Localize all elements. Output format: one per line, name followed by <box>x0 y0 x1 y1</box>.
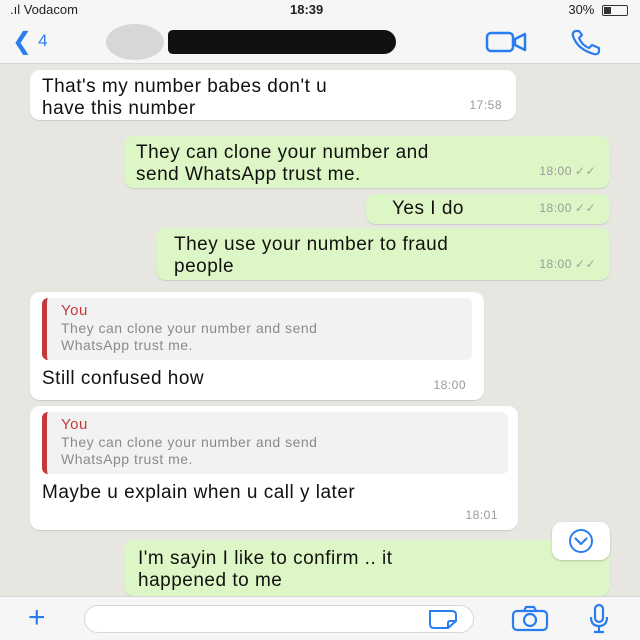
phone-call-icon[interactable] <box>570 28 604 56</box>
message-time: 17:58 <box>469 98 502 112</box>
quote-text: They can clone your number and send <box>61 434 318 450</box>
video-call-icon[interactable] <box>484 30 528 54</box>
microphone-icon[interactable] <box>588 603 610 635</box>
message-outgoing[interactable]: Yes I do 18:00 ✓✓ <box>366 194 610 224</box>
message-time: 18:00 <box>539 257 572 271</box>
message-text: people <box>174 256 235 277</box>
message-text: That's my number babes don't u <box>42 76 328 97</box>
message-time: 18:01 <box>465 508 498 522</box>
battery-percent: 30% <box>568 2 595 17</box>
camera-icon[interactable] <box>510 605 550 633</box>
message-status: 18:00 ✓✓ <box>539 197 596 219</box>
message-outgoing[interactable]: They use your number to fraud people 18:… <box>156 228 610 280</box>
message-status: 18:00 ✓✓ <box>539 253 596 275</box>
message-text: send WhatsApp trust me. <box>136 164 361 185</box>
message-text: I'm sayin I like to confirm .. it <box>138 548 393 569</box>
plus-icon[interactable]: + <box>28 603 46 633</box>
chat-header: ❮ 4 <box>0 20 640 64</box>
quote-text: WhatsApp trust me. <box>61 451 193 467</box>
message-text: have this number <box>42 98 196 119</box>
message-text: Still confused how <box>42 368 205 389</box>
unread-count: 4 <box>38 31 48 50</box>
quote-text: They can clone your number and send <box>61 320 318 336</box>
message-time: 18:00 <box>433 378 466 392</box>
read-ticks-icon: ✓✓ <box>574 201 596 215</box>
message-incoming-reply[interactable]: You They can clone your number and send … <box>30 406 518 530</box>
message-text: They use your number to fraud <box>174 234 449 255</box>
clock: 18:39 <box>290 2 324 17</box>
chevron-left-icon: ❮ <box>12 28 33 55</box>
battery-status: 30% <box>568 2 628 17</box>
message-incoming[interactable]: That's my number babes don't u have this… <box>30 70 516 120</box>
carrier-label: .ıl Vodacom <box>10 2 78 17</box>
back-button[interactable]: ❮ 4 <box>12 26 48 57</box>
read-ticks-icon: ✓✓ <box>574 257 596 271</box>
message-time: 18:00 <box>539 201 572 215</box>
quote-author: You <box>61 416 88 433</box>
quoted-message[interactable]: You They can clone your number and send … <box>42 298 472 360</box>
message-text: Maybe u explain when u call y later <box>42 482 356 503</box>
message-incoming-reply[interactable]: You They can clone your number and send … <box>30 292 484 400</box>
sticker-icon[interactable] <box>426 607 460 631</box>
message-text: They can clone your number and <box>136 142 429 163</box>
message-composer: + <box>0 596 640 640</box>
status-bar: .ıl Vodacom 18:39 30% <box>0 0 640 20</box>
quoted-message[interactable]: You They can clone your number and send … <box>42 412 508 474</box>
message-input[interactable] <box>84 605 474 633</box>
message-status: 18:00 ✓✓ <box>539 160 596 182</box>
avatar[interactable] <box>106 24 164 60</box>
message-outgoing[interactable]: I'm sayin I like to confirm .. it happen… <box>124 540 610 596</box>
message-text: happened to me <box>138 570 283 591</box>
message-outgoing[interactable]: They can clone your number and send What… <box>124 136 610 188</box>
battery-icon <box>602 5 628 17</box>
quote-author: You <box>61 302 88 319</box>
chevron-down-icon <box>569 529 593 553</box>
contact-name-redacted[interactable] <box>168 30 396 54</box>
quote-text: WhatsApp trust me. <box>61 337 193 353</box>
scroll-to-bottom-button[interactable] <box>552 522 610 560</box>
read-ticks-icon: ✓✓ <box>574 164 596 178</box>
message-time: 18:00 <box>539 164 572 178</box>
